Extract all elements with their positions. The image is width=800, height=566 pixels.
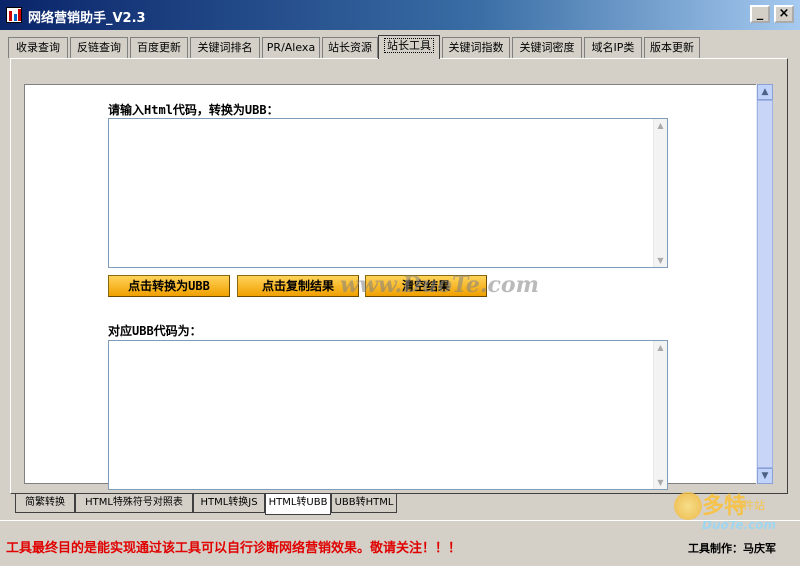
status-bar: 工具最终目的是能实现通过该工具可以自行诊断网络营销效果。敬请关注！！！ 工具制作… xyxy=(0,520,800,566)
logo-subtext: 软件站 xyxy=(732,499,765,512)
status-message: 工具最终目的是能实现通过该工具可以自行诊断网络营销效果。敬请关注！！！ xyxy=(6,541,462,556)
tab-webmaster-resources[interactable]: 站长资源 xyxy=(322,37,378,58)
scroll-down-icon[interactable]: ▼ xyxy=(654,254,667,267)
tab-keyword-index[interactable]: 关键词指数 xyxy=(442,37,510,58)
clear-result-button[interactable]: 清空结果 xyxy=(365,275,487,297)
tab-backlink-query[interactable]: 反链查询 xyxy=(70,37,128,58)
app-window: 网络营销助手_V2.3 _ × 收录查询 反链查询 百度更新 关键词排名 PR/… xyxy=(0,0,800,566)
scroll-down-icon[interactable]: ▼ xyxy=(654,476,667,489)
ubb-output-scrollbar[interactable]: ▲ ▼ xyxy=(653,341,667,489)
tab-index-query[interactable]: 收录查询 xyxy=(8,37,68,58)
ubb-output-label: 对应UBB代码为： xyxy=(108,324,202,338)
tab-html-special-symbols[interactable]: HTML特殊符号对照表 xyxy=(75,494,193,513)
copy-result-button[interactable]: 点击复制结果 xyxy=(237,275,359,297)
logo-circle-icon xyxy=(674,492,702,520)
scroll-down-icon[interactable]: ▼ xyxy=(757,468,773,484)
title-bar[interactable]: 网络营销助手_V2.3 _ × xyxy=(0,0,800,30)
html-input-scrollbar[interactable]: ▲ ▼ xyxy=(653,119,667,267)
scroll-up-icon[interactable]: ▲ xyxy=(654,119,667,132)
html-input-textarea[interactable]: ▲ ▼ xyxy=(108,118,668,268)
tab-keyword-rank[interactable]: 关键词排名 xyxy=(190,37,260,58)
scroll-up-icon[interactable]: ▲ xyxy=(757,84,773,100)
convert-to-ubb-button[interactable]: 点击转换为UBB xyxy=(108,275,230,297)
ubb-output-textarea[interactable]: ▲ ▼ xyxy=(108,340,668,490)
tab-domain-ip[interactable]: 域名IP类 xyxy=(584,37,642,58)
tab-ubb-to-html[interactable]: UBB转HTML xyxy=(331,494,397,513)
tab-html-to-js[interactable]: HTML转换JS xyxy=(193,494,265,513)
app-icon xyxy=(6,7,22,23)
html-input-label: 请输入Html代码，转换为UBB： xyxy=(108,103,279,117)
tab-html-to-ubb[interactable]: HTML转UBB xyxy=(265,494,331,515)
tab-pr-alexa[interactable]: PR/Alexa xyxy=(262,37,320,58)
tab-webmaster-tools[interactable]: 站长工具 xyxy=(378,35,440,59)
tab-simplified-traditional[interactable]: 简繁转换 xyxy=(15,494,75,513)
tab-version-update[interactable]: 版本更新 xyxy=(644,37,700,58)
minimize-button[interactable]: _ xyxy=(750,5,770,23)
tab-baidu-update[interactable]: 百度更新 xyxy=(130,37,188,58)
author-credit: 工具制作：马庆军 xyxy=(688,542,776,555)
close-button[interactable]: × xyxy=(774,5,794,23)
tab-keyword-density[interactable]: 关键词密度 xyxy=(512,37,582,58)
window-title: 网络营销助手_V2.3 xyxy=(28,11,146,26)
scroll-up-icon[interactable]: ▲ xyxy=(654,341,667,354)
content-scrollbar[interactable]: ▲ ▼ xyxy=(756,84,773,484)
scroll-thumb[interactable] xyxy=(757,100,773,468)
